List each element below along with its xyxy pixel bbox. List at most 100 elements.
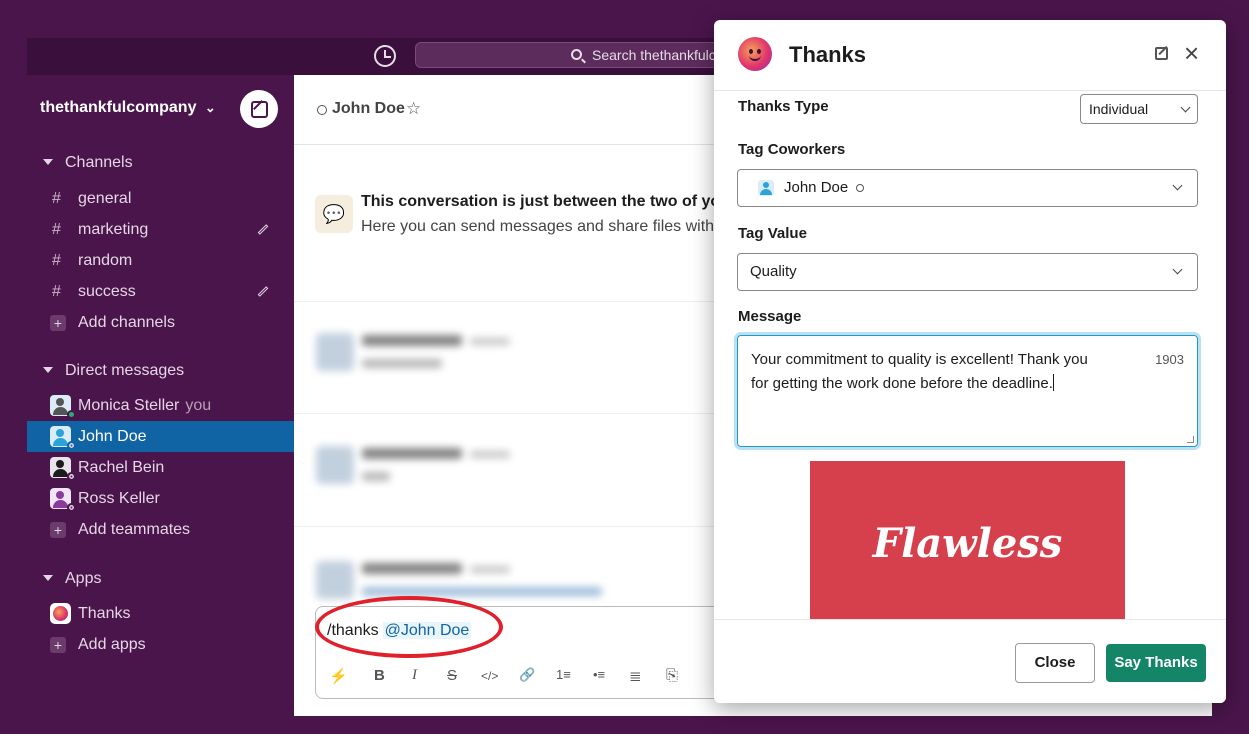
- message-textarea[interactable]: Your commitment to quality is excellent!…: [737, 335, 1198, 447]
- divider: [294, 413, 724, 414]
- hash-icon: #: [52, 221, 61, 238]
- sidebar-item-random[interactable]: # random: [27, 245, 294, 276]
- add-teammates-label: Add teammates: [78, 521, 191, 538]
- search-placeholder: Search thethankfulc: [592, 47, 716, 63]
- sidebar-item-monica-steller[interactable]: Monica Steller you: [27, 390, 294, 421]
- conversation-icon: 💬: [315, 195, 353, 233]
- intro-subtitle: Here you can send messages and share fil…: [361, 218, 735, 236]
- add-teammates-button[interactable]: + Add teammates: [27, 514, 294, 545]
- chevron-down-icon: [1172, 264, 1183, 275]
- blockquote-icon[interactable]: ≣: [629, 667, 642, 685]
- message-label: Message: [738, 308, 802, 325]
- channel-title[interactable]: John Doe: [332, 100, 405, 118]
- add-apps-label: Add apps: [78, 636, 146, 653]
- channel-label: general: [78, 190, 132, 207]
- thanks-logo-icon: [738, 37, 772, 71]
- intro-title: This conversation is just between the tw…: [361, 193, 730, 210]
- blurred-message: [294, 333, 724, 373]
- dm-label: Ross Keller: [78, 490, 160, 507]
- divider: [294, 526, 724, 527]
- chevron-down-icon: ⌄: [204, 100, 216, 115]
- shortcuts-icon[interactable]: ⚡: [329, 667, 348, 685]
- apps-header[interactable]: Apps: [43, 570, 101, 588]
- workspace-switcher[interactable]: thethankfulcompany ⌄: [40, 99, 216, 117]
- close-button[interactable]: Close: [1015, 643, 1095, 683]
- resize-handle[interactable]: [1187, 436, 1194, 443]
- strikethrough-icon[interactable]: S: [447, 667, 457, 684]
- caret-down-icon: [43, 575, 53, 581]
- sidebar-item-thanks-app[interactable]: Thanks: [27, 598, 294, 629]
- character-count: 1903: [1155, 352, 1184, 367]
- ordered-list-icon[interactable]: 1≡: [556, 667, 571, 682]
- add-apps-button[interactable]: + Add apps: [27, 629, 294, 660]
- thanks-modal: Thanks × Thanks Type Individual Tag Cowo…: [714, 20, 1226, 703]
- you-label: you: [185, 397, 212, 414]
- avatar: [758, 180, 774, 196]
- channels-header-label: Channels: [65, 154, 133, 171]
- sidebar-item-john-doe[interactable]: John Doe: [27, 421, 294, 452]
- pencil-icon: [257, 224, 269, 235]
- away-status-icon: [317, 105, 327, 115]
- plus-icon: +: [50, 637, 66, 653]
- dm-label: Monica Steller: [78, 397, 180, 414]
- sidebar-item-rachel-bein[interactable]: Rachel Bein: [27, 452, 294, 483]
- hash-icon: #: [52, 252, 61, 269]
- tag-value-selected: Quality: [750, 263, 797, 280]
- star-icon[interactable]: ☆: [406, 99, 421, 119]
- app-label: Thanks: [78, 605, 131, 622]
- online-status-icon: [67, 410, 76, 419]
- workspace-name: thethankfulcompany: [40, 99, 197, 116]
- history-icon[interactable]: [374, 45, 396, 67]
- italic-icon[interactable]: I: [412, 667, 417, 684]
- flawless-gif: Flawless: [810, 461, 1125, 626]
- plus-icon: +: [50, 315, 66, 331]
- tagged-coworker: John Doe: [784, 179, 849, 196]
- dm-header[interactable]: Direct messages: [43, 362, 184, 380]
- dm-header-label: Direct messages: [65, 362, 185, 379]
- compose-icon[interactable]: [240, 90, 278, 128]
- tag-value-label: Tag Value: [738, 225, 807, 242]
- thanks-type-select[interactable]: Individual: [1080, 94, 1198, 124]
- plus-icon: +: [50, 522, 66, 538]
- bullet-list-icon[interactable]: •≡: [593, 667, 605, 682]
- dm-label: John Doe: [78, 428, 147, 445]
- gif-text: Flawless: [872, 520, 1063, 567]
- formatting-toolbar: ⚡ B I S </> 🔗 1≡ •≡ ≣ ⎘: [316, 655, 744, 697]
- channel-label: marketing: [78, 221, 149, 238]
- add-channels-button[interactable]: + Add channels: [27, 307, 294, 338]
- link-icon[interactable]: 🔗: [519, 667, 535, 683]
- hash-icon: #: [52, 190, 61, 207]
- tag-value-select[interactable]: Quality: [737, 253, 1198, 291]
- divider: [294, 301, 724, 302]
- close-icon[interactable]: ×: [1184, 38, 1199, 68]
- modal-footer: Close Say Thanks: [714, 619, 1226, 703]
- thanks-app-icon: [50, 603, 71, 624]
- channels-header[interactable]: Channels: [43, 154, 133, 172]
- blurred-message: [294, 446, 724, 486]
- away-status-icon: [856, 184, 865, 192]
- pencil-icon: [257, 286, 269, 297]
- sidebar-item-success[interactable]: # success: [27, 276, 294, 307]
- code-block-icon[interactable]: ⎘: [666, 667, 678, 684]
- bold-icon[interactable]: B: [374, 667, 385, 684]
- sidebar-item-general[interactable]: # general: [27, 183, 294, 214]
- channel-label: random: [78, 252, 133, 269]
- dm-label: Rachel Bein: [78, 459, 165, 476]
- search-icon: [571, 49, 582, 60]
- external-link-icon[interactable]: [1155, 47, 1168, 60]
- say-thanks-button[interactable]: Say Thanks: [1106, 644, 1206, 682]
- thanks-type-value: Individual: [1089, 101, 1149, 117]
- code-icon[interactable]: </>: [481, 669, 498, 683]
- modal-title: Thanks: [789, 42, 867, 67]
- chevron-down-icon: [1172, 180, 1183, 191]
- away-status-icon: [67, 472, 76, 481]
- modal-header: Thanks ×: [714, 20, 1226, 91]
- sidebar-item-ross-keller[interactable]: Ross Keller: [27, 483, 294, 514]
- sidebar: thethankfulcompany ⌄ Channels # general #…: [27, 75, 294, 716]
- tag-coworkers-select[interactable]: John Doe: [737, 169, 1198, 207]
- intro-subtitle-text: Here you can send messages and share fil…: [361, 218, 719, 235]
- caret-down-icon: [43, 159, 53, 165]
- away-status-icon: [67, 503, 76, 512]
- sidebar-item-marketing[interactable]: # marketing: [27, 214, 294, 245]
- away-status-icon: [67, 441, 76, 450]
